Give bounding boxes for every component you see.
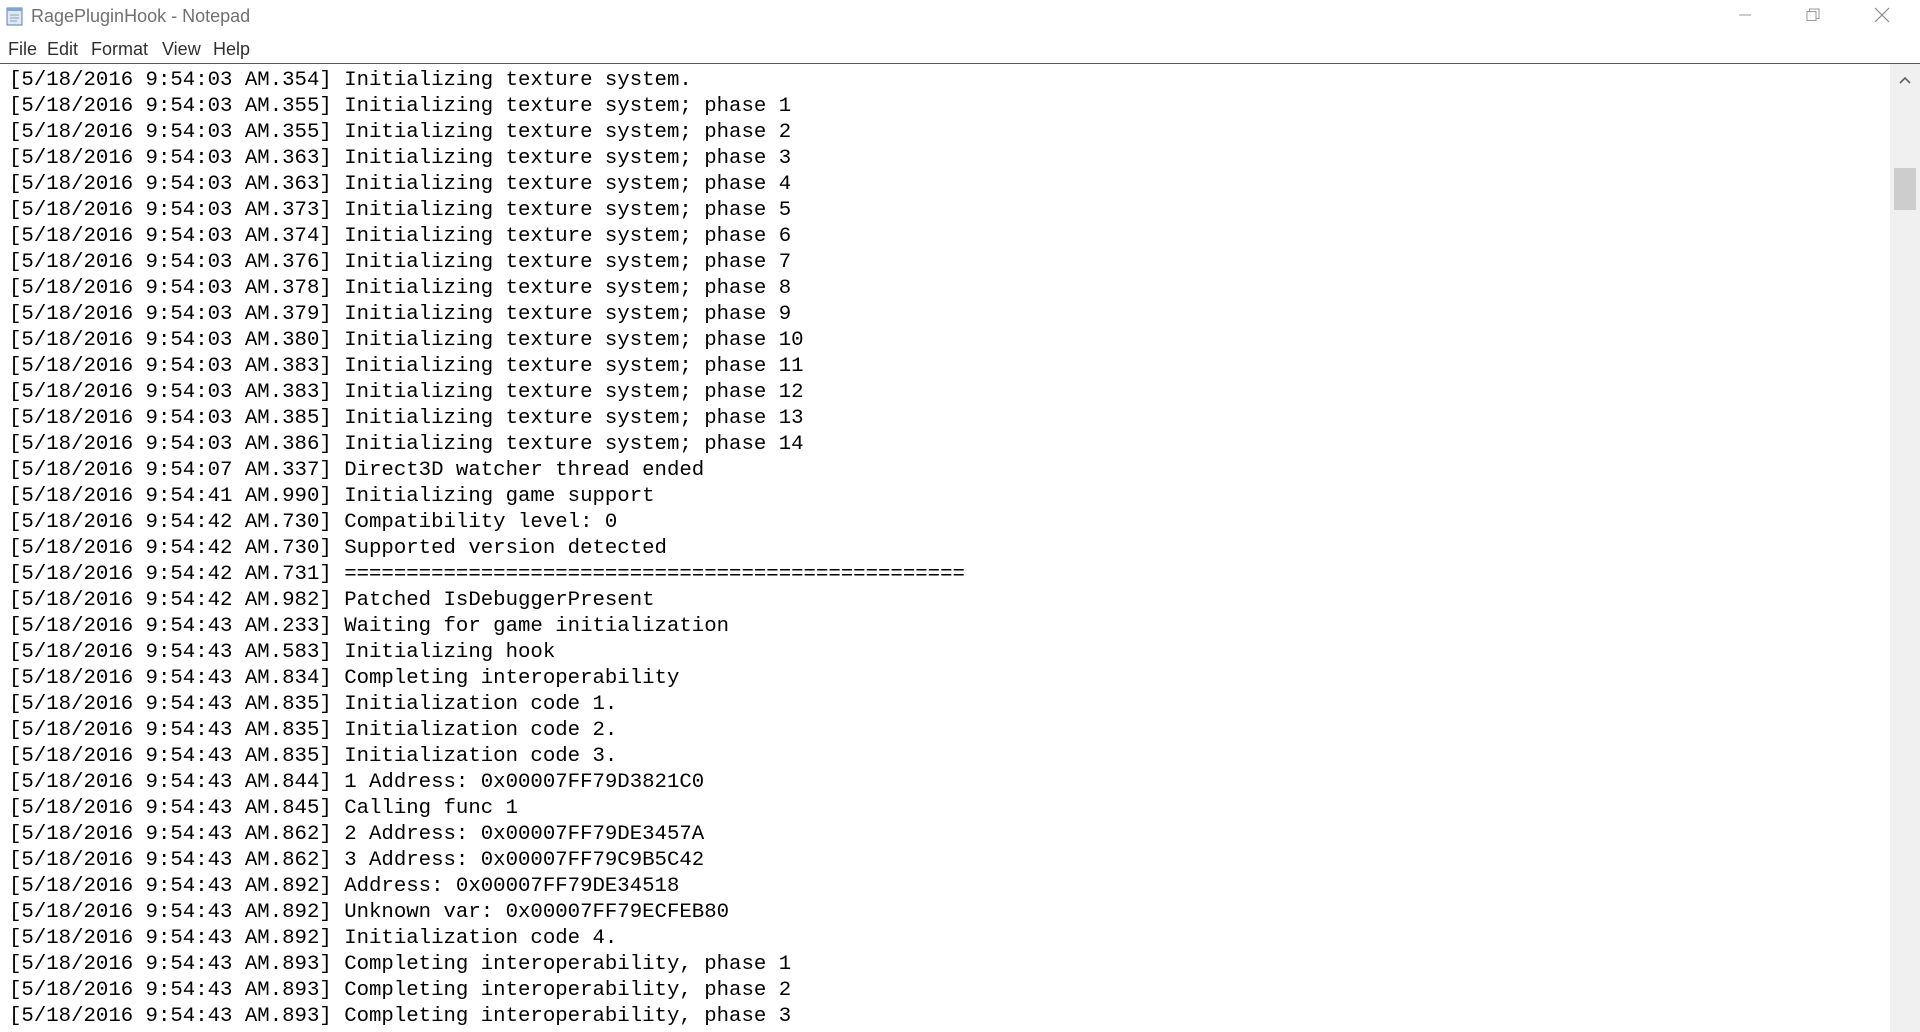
log-line: [5/18/2016 9:54:03 AM.383] Initializing …	[9, 355, 804, 378]
log-line: [5/18/2016 9:54:43 AM.892] Unknown var: …	[9, 901, 730, 924]
log-line: [5/18/2016 9:54:42 AM.731] =============…	[9, 563, 965, 586]
menu-help[interactable]: Help	[211, 39, 252, 60]
restore-icon	[1806, 8, 1820, 27]
minimize-icon	[1738, 8, 1752, 27]
log-line: [5/18/2016 9:54:43 AM.835] Initializatio…	[9, 693, 618, 716]
log-line: [5/18/2016 9:54:42 AM.982] Patched IsDeb…	[9, 589, 655, 612]
log-line: [5/18/2016 9:54:03 AM.380] Initializing …	[9, 329, 804, 352]
log-line: [5/18/2016 9:54:43 AM.892] Initializatio…	[9, 927, 618, 950]
restore-button[interactable]	[1778, 0, 1848, 34]
log-line: [5/18/2016 9:54:43 AM.844] 1 Address: 0x…	[9, 771, 705, 794]
menu-bar: File Edit Format View Help	[0, 36, 1920, 64]
log-line: [5/18/2016 9:54:03 AM.378] Initializing …	[9, 277, 792, 300]
log-line: [5/18/2016 9:54:03 AM.363] Initializing …	[9, 147, 792, 170]
menu-view[interactable]: View	[160, 39, 203, 60]
close-button[interactable]	[1847, 0, 1917, 34]
log-line: [5/18/2016 9:54:03 AM.383] Initializing …	[9, 381, 804, 404]
log-line: [5/18/2016 9:54:43 AM.862] 3 Address: 0x…	[9, 849, 705, 872]
log-line: [5/18/2016 9:54:43 AM.893] Completing in…	[9, 953, 792, 976]
log-line: [5/18/2016 9:54:03 AM.363] Initializing …	[9, 173, 792, 196]
log-line: [5/18/2016 9:54:43 AM.233] Waiting for g…	[9, 615, 730, 638]
chevron-up-icon	[1898, 72, 1912, 90]
scroll-thumb[interactable]	[1894, 168, 1916, 210]
log-line: [5/18/2016 9:54:43 AM.835] Initializatio…	[9, 745, 618, 768]
title-bar[interactable]: RagePluginHook - Notepad	[0, 0, 1920, 34]
log-line: [5/18/2016 9:54:03 AM.386] Initializing …	[9, 433, 804, 456]
log-line: [5/18/2016 9:54:03 AM.385] Initializing …	[9, 407, 804, 430]
log-line: [5/18/2016 9:54:43 AM.583] Initializing …	[9, 641, 556, 664]
log-line: [5/18/2016 9:54:03 AM.355] Initializing …	[9, 121, 792, 144]
log-line: [5/18/2016 9:54:43 AM.862] 2 Address: 0x…	[9, 823, 705, 846]
log-line: [5/18/2016 9:54:03 AM.376] Initializing …	[9, 251, 792, 274]
notepad-icon	[4, 5, 26, 27]
minimize-button[interactable]	[1710, 0, 1780, 34]
log-line: [5/18/2016 9:54:03 AM.354] Initializing …	[9, 69, 692, 92]
log-line: [5/18/2016 9:54:03 AM.373] Initializing …	[9, 199, 792, 222]
log-line: [5/18/2016 9:54:41 AM.990] Initializing …	[9, 485, 655, 508]
log-line: [5/18/2016 9:54:43 AM.835] Initializatio…	[9, 719, 618, 742]
menu-file[interactable]: File	[6, 39, 39, 60]
log-line: [5/18/2016 9:54:43 AM.892] Address: 0x00…	[9, 875, 680, 898]
log-line: [5/18/2016 9:54:03 AM.355] Initializing …	[9, 95, 792, 118]
log-content: [5/18/2016 9:54:03 AM.354] Initializing …	[9, 68, 965, 1030]
log-line: [5/18/2016 9:54:43 AM.834] Completing in…	[9, 667, 680, 690]
window-title: RagePluginHook - Notepad	[31, 6, 251, 26]
log-line: [5/18/2016 9:54:43 AM.893] Completing in…	[9, 1005, 792, 1028]
menu-format[interactable]: Format	[89, 39, 150, 60]
vertical-scrollbar[interactable]	[1890, 64, 1920, 1032]
log-line: [5/18/2016 9:54:43 AM.845] Calling func …	[9, 797, 518, 820]
close-icon	[1874, 7, 1890, 28]
log-line: [5/18/2016 9:54:43 AM.893] Completing in…	[9, 979, 792, 1002]
menu-edit[interactable]: Edit	[45, 39, 80, 60]
log-line: [5/18/2016 9:54:03 AM.374] Initializing …	[9, 225, 792, 248]
log-line: [5/18/2016 9:54:03 AM.379] Initializing …	[9, 303, 792, 326]
log-line: [5/18/2016 9:54:07 AM.337] Direct3D watc…	[9, 459, 705, 482]
log-line: [5/18/2016 9:54:42 AM.730] Compatibility…	[9, 511, 618, 534]
scroll-up-button[interactable]	[1890, 64, 1920, 98]
log-line: [5/18/2016 9:54:42 AM.730] Supported ver…	[9, 537, 667, 560]
text-editor[interactable]: [5/18/2016 9:54:03 AM.354] Initializing …	[0, 64, 1890, 1032]
